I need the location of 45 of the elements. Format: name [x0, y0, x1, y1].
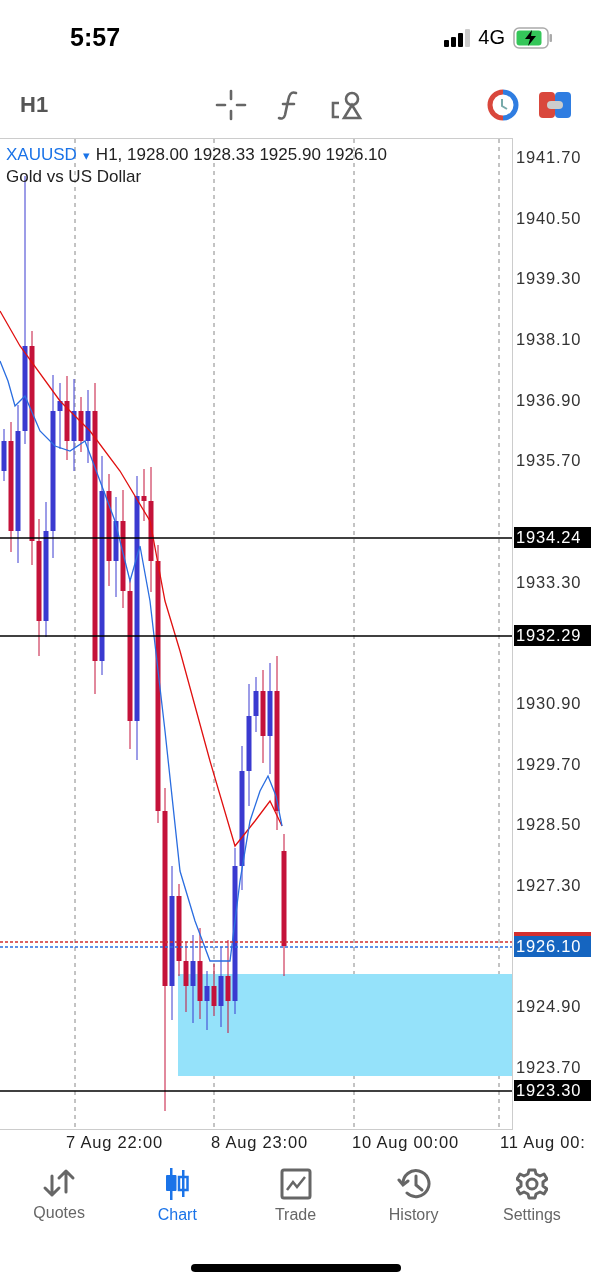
- battery-icon: [513, 26, 553, 49]
- arrows-icon: [42, 1168, 77, 1198]
- price-label: 1923.30: [514, 1080, 591, 1101]
- price-tick: 1933.30: [516, 572, 582, 592]
- nav-tab[interactable]: History: [354, 1164, 473, 1244]
- price-label: 1926.10: [514, 936, 591, 957]
- chart-area[interactable]: XAUUSD ▾ H1, 1928.00 1928.33 1925.90 1926.10 Gold vs US Dollar: [0, 138, 513, 1130]
- price-label: 1934.24: [514, 527, 591, 548]
- price-tick: 1923.70: [516, 1058, 582, 1078]
- symbol-label[interactable]: XAUUSD: [6, 145, 77, 165]
- price-tick: 1930.90: [516, 694, 582, 713]
- price-tick: 1927.30: [516, 876, 582, 896]
- settings-icon: [515, 1168, 548, 1200]
- price-tick: 1938.10: [516, 330, 582, 349]
- candlestick-icon: [164, 1168, 191, 1200]
- price-tick: 1935.70: [516, 451, 582, 471]
- nav-tab[interactable]: Trade: [236, 1164, 355, 1244]
- price-tick: 1940.50: [516, 208, 582, 228]
- price-tick: 1929.70: [516, 754, 582, 774]
- nav-tab[interactable]: Quotes: [0, 1164, 119, 1244]
- line-chart-icon: [279, 1168, 312, 1200]
- symbol-description: Gold vs US Dollar: [6, 167, 143, 187]
- price-tick: 1928.50: [516, 815, 582, 835]
- clock-icon[interactable]: [487, 89, 519, 121]
- dropdown-caret[interactable]: ▾: [82, 148, 90, 163]
- network-label: 4G: [478, 26, 505, 49]
- time-tick: 10 Aug 00:00: [352, 1133, 459, 1152]
- price-tick: 1936.90: [516, 390, 582, 410]
- time-tick: 11 Aug 00:: [500, 1133, 586, 1152]
- time-tick: 8 Aug 23:00: [211, 1133, 308, 1152]
- timeframe-button[interactable]: H1: [20, 92, 215, 118]
- time-tick: 7 Aug 22:00: [66, 1133, 163, 1152]
- price-tick: 1939.30: [516, 269, 582, 289]
- quote-text: H1, 1928.00 1928.33 1925.90 1926.10: [95, 145, 387, 165]
- history-icon: [396, 1168, 431, 1200]
- price-tick: 1941.70: [516, 148, 582, 167]
- nav-tab[interactable]: Chart: [118, 1164, 237, 1244]
- status-time: 5:57: [70, 23, 121, 52]
- nav-tab[interactable]: Settings: [472, 1164, 591, 1244]
- toggle-icon[interactable]: [539, 92, 571, 118]
- crosshair-icon[interactable]: [215, 89, 247, 121]
- signal-icon: [444, 28, 473, 47]
- shapes-icon[interactable]: [331, 89, 363, 121]
- price-label: 1932.29: [514, 625, 591, 646]
- price-tick: 1924.90: [516, 997, 582, 1017]
